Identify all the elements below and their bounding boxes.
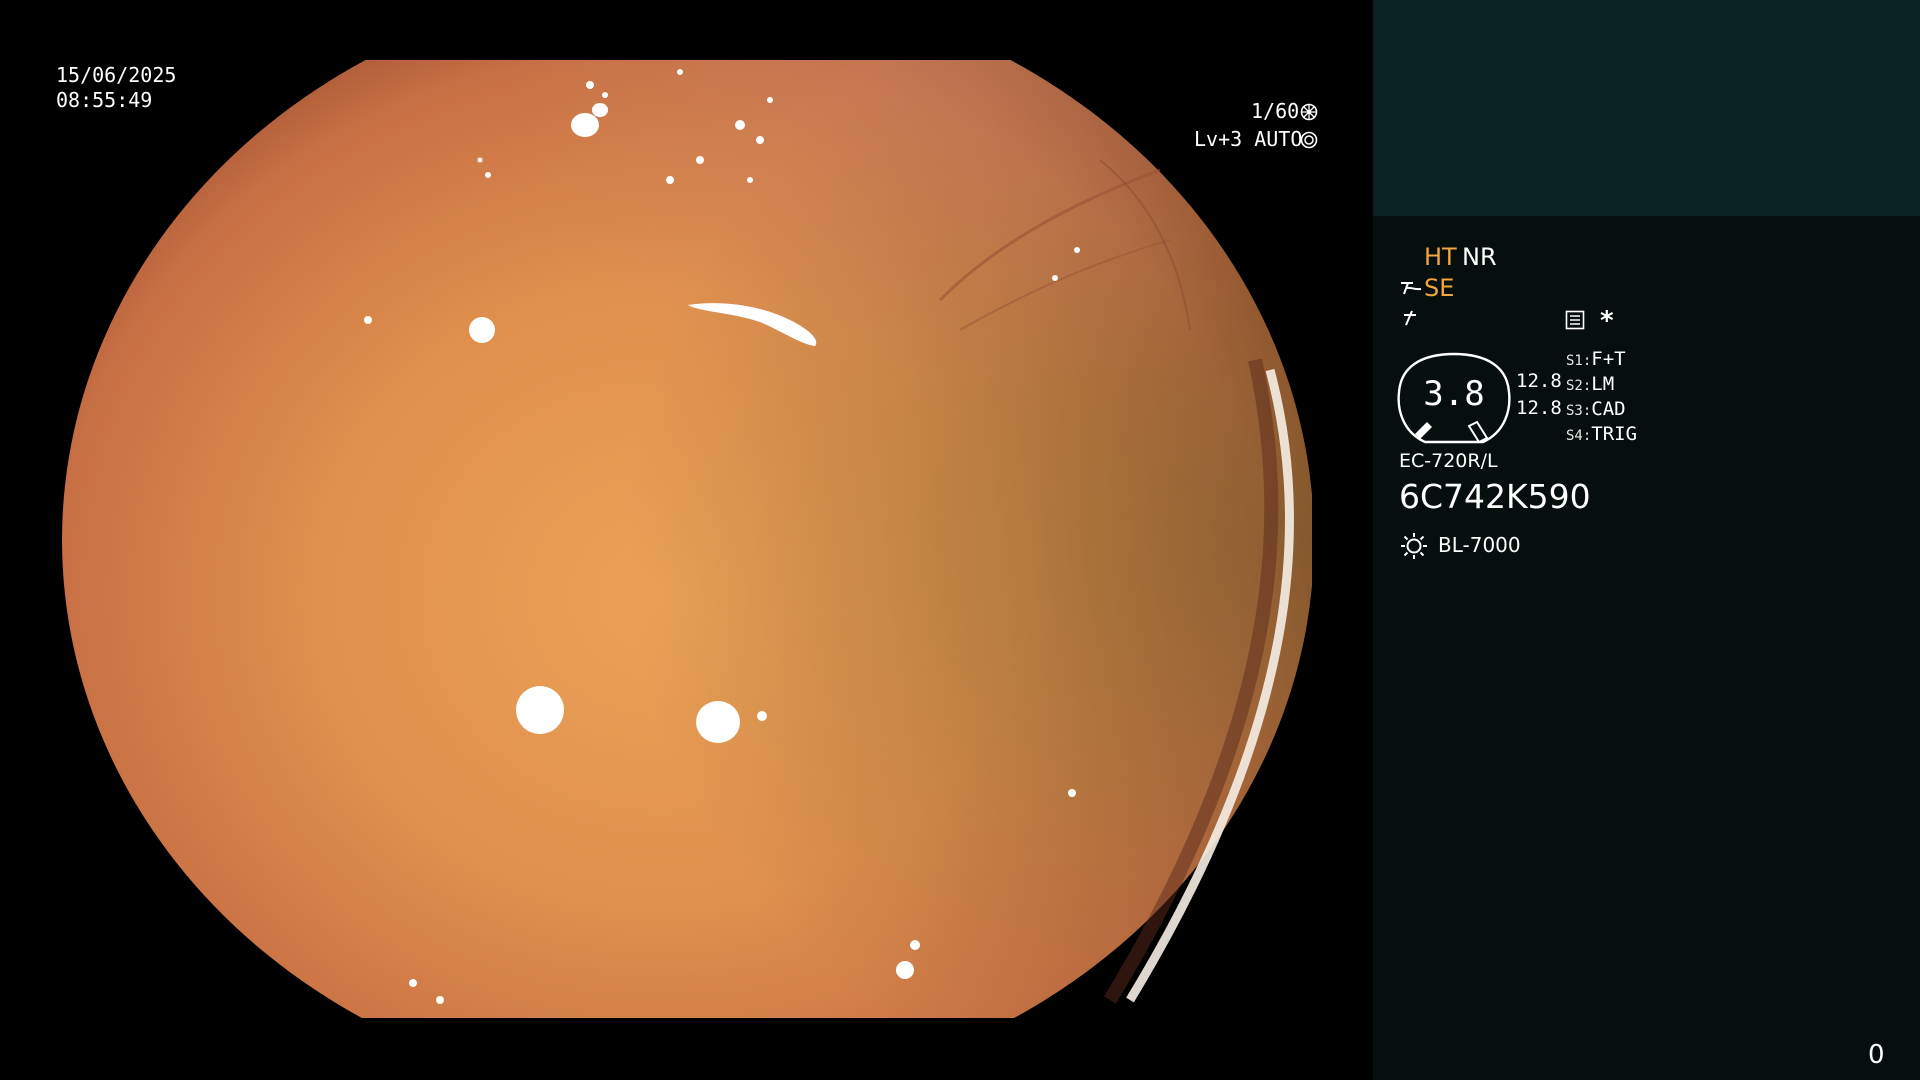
switch-key: S2: [1566, 378, 1592, 394]
date-readout: 15/06/2025 [56, 63, 177, 87]
scope-model: EC-720R/L [1399, 450, 1498, 472]
nr-indicator: NR [1462, 243, 1497, 271]
endoscope-video-area: 15/06/2025 08:55:49 1/60 Lv+3 AUTO [0, 0, 1373, 1080]
zoom-gauge: 3.8 [1397, 352, 1511, 444]
settings-list-icon [1565, 310, 1585, 330]
switch-value: TRIG [1591, 423, 1638, 445]
switch-row: S3:CAD [1566, 398, 1637, 423]
switch-value: CAD [1591, 398, 1626, 420]
structure-enhancement-icon [1399, 278, 1423, 298]
color-mode-icon [1400, 307, 1420, 327]
switch-list: S1:F+T S2:LM S3:CAD S4:TRIG [1566, 348, 1637, 448]
switch-key: S4: [1566, 428, 1592, 444]
zoom-lower-value: 12.8 [1516, 397, 1562, 419]
iris-icon [1300, 131, 1318, 149]
panel-header-area [1373, 0, 1920, 216]
switch-value: F+T [1591, 348, 1626, 370]
light-source-icon [1400, 532, 1428, 560]
time-readout: 08:55:49 [56, 88, 153, 112]
switch-value: LM [1591, 373, 1615, 395]
frame-counter: 0 [1868, 1040, 1885, 1070]
switch-key: S3: [1566, 403, 1592, 419]
switch-row: S1:F+T [1566, 348, 1637, 373]
scope-serial: 6C742K590 [1399, 477, 1591, 516]
iris-level-readout: Lv+3 AUTO [1194, 127, 1303, 151]
asterisk-indicator: * [1600, 306, 1614, 336]
ht-indicator: HT [1424, 243, 1457, 271]
shutter-icon [1300, 103, 1318, 121]
zoom-value: 3.8 [1423, 374, 1485, 414]
light-source-model: BL-7000 [1438, 533, 1521, 557]
switch-row: S2:LM [1566, 373, 1637, 398]
endoscopic-image [62, 60, 1312, 1018]
se-indicator: SE [1424, 274, 1455, 302]
switch-key: S1: [1566, 353, 1592, 369]
switch-row: S4:TRIG [1566, 423, 1637, 448]
status-panel: HT NR SE * 3.8 12.8 12.8 S1:F+T S2:LM S3… [1373, 0, 1920, 1080]
shutter-readout: 1/60 [1251, 99, 1300, 123]
zoom-upper-value: 12.8 [1516, 370, 1562, 392]
